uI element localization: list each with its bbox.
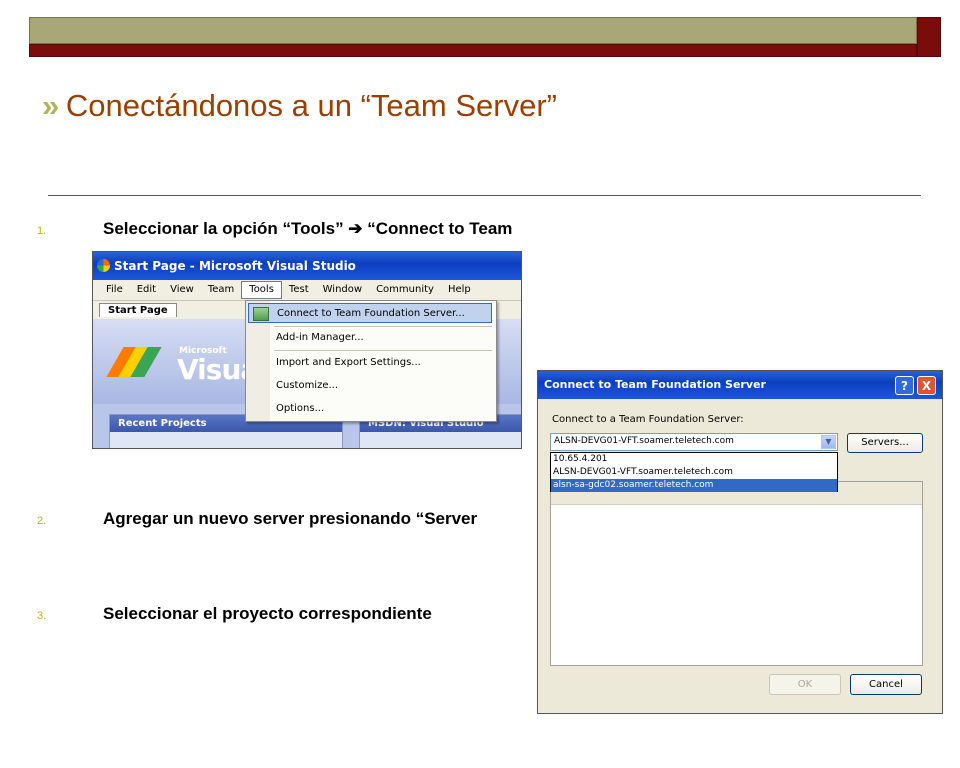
server-combobox-value: ALSN-DEVG01-VFT.soamer.teletech.com [554, 436, 734, 446]
menu-test[interactable]: Test [282, 281, 316, 299]
help-icon[interactable]: ? [895, 376, 914, 395]
connect-dialog: Connect to Team Foundation Server ? X Co… [537, 370, 943, 714]
server-option-selected[interactable]: alsn-sa-gdc02.soamer.teletech.com [551, 479, 837, 492]
vs-window-title: Start Page - Microsoft Visual Studio [114, 259, 356, 273]
menu-tools[interactable]: Tools [241, 281, 282, 299]
ok-button[interactable]: OK [769, 674, 841, 695]
servers-button[interactable]: Servers... [847, 433, 923, 453]
menu-community[interactable]: Community [369, 281, 441, 299]
menu-item-import-export[interactable]: Import and Export Settings... [248, 353, 492, 373]
tab-start-page[interactable]: Start Page [99, 303, 177, 317]
slide-title-text: Conectándonos a un “Team Server” [65, 88, 557, 123]
step-number: 3. [37, 610, 47, 622]
step-1: 1. Seleccionar la opción “Tools” ➔ “Conne… [37, 219, 512, 239]
server-dropdown-list: 10.65.4.201 ALSN-DEVG01-VFT.soamer.telet… [550, 452, 838, 492]
menu-item-connect-tfs[interactable]: Connect to Team Foundation Server... [248, 303, 492, 323]
menu-item-options[interactable]: Options... [248, 399, 492, 419]
menu-item-label: Connect to Team Foundation Server... [277, 308, 465, 319]
server-combobox[interactable]: ALSN-DEVG01-VFT.soamer.teletech.com ▼ [550, 433, 838, 451]
menu-file[interactable]: File [99, 281, 130, 299]
step-text: Agregar un nuevo server presionando “Ser… [103, 509, 478, 528]
step-number: 1. [37, 225, 47, 237]
menu-help[interactable]: Help [441, 281, 478, 299]
menu-item-label: Import and Export Settings... [276, 357, 421, 368]
step-number: 2. [37, 515, 47, 527]
menu-item-customize[interactable]: Customize... [248, 376, 492, 396]
chevron-icon: » [42, 88, 59, 123]
step-2: 2. Agregar un nuevo server presionando “S… [37, 509, 477, 529]
visual-studio-logo-icon [106, 347, 162, 377]
chevron-down-icon[interactable]: ▼ [821, 435, 836, 449]
step-3: 3. Seleccionar el proyecto correspondient… [37, 604, 432, 624]
server-option[interactable]: 10.65.4.201 [551, 453, 837, 466]
step-text: Seleccionar la opción “Tools” ➔ “Connect… [103, 219, 513, 238]
tools-dropdown-menu: Connect to Team Foundation Server... Add… [245, 300, 497, 422]
server-label: Connect to a Team Foundation Server: [552, 414, 744, 425]
menu-window[interactable]: Window [316, 281, 369, 299]
close-icon[interactable]: X [917, 376, 936, 395]
server-connect-icon [253, 307, 269, 321]
visual-studio-icon [97, 259, 110, 272]
projects-panel [550, 481, 923, 666]
dialog-title-bar: Connect to Team Foundation Server ? X [538, 371, 942, 399]
header-strip [29, 44, 917, 57]
step-text: Seleccionar el proyecto correspondiente [103, 604, 432, 623]
vs-screenshot: Start Page - Microsoft Visual Studio Fil… [92, 251, 522, 449]
header-corner-block [917, 17, 941, 57]
menu-edit[interactable]: Edit [130, 281, 163, 299]
menu-team[interactable]: Team [201, 281, 241, 299]
server-option[interactable]: ALSN-DEVG01-VFT.soamer.teletech.com [551, 466, 837, 479]
header-bar [29, 17, 917, 44]
title-divider [48, 195, 921, 196]
vs-title-bar: Start Page - Microsoft Visual Studio [93, 252, 521, 280]
menu-item-label: Options... [276, 403, 325, 414]
vs-menu-bar: File Edit View Team Tools Test Window Co… [93, 280, 521, 301]
menu-item-label: Add-in Manager... [276, 332, 364, 343]
cancel-button[interactable]: Cancel [850, 674, 922, 695]
dialog-title: Connect to Team Foundation Server [544, 378, 766, 391]
slide-title: » Conectándonos a un “Team Server” [42, 88, 557, 124]
menu-view[interactable]: View [163, 281, 201, 299]
menu-item-label: Customize... [276, 380, 339, 391]
menu-item-addin-manager[interactable]: Add-in Manager... [248, 328, 492, 348]
